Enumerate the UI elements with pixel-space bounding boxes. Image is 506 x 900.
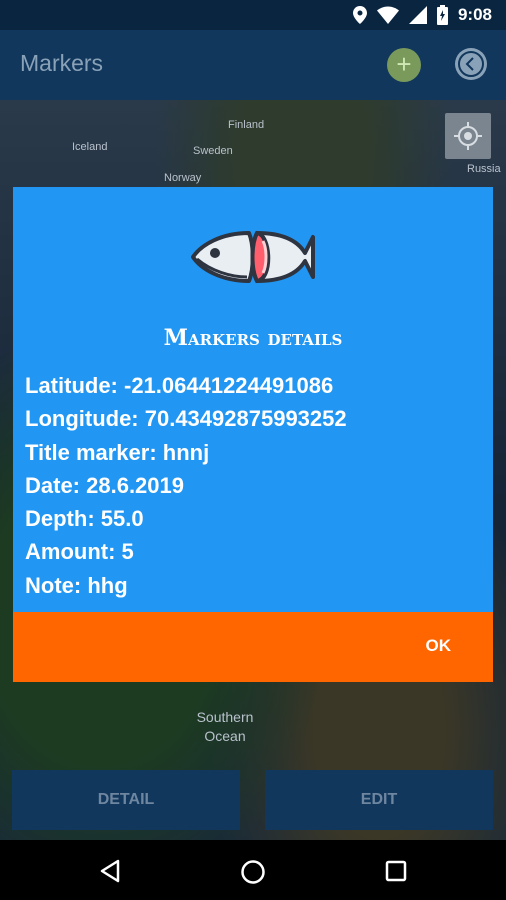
detail-depth: Depth: 55.0: [25, 506, 144, 532]
chevron-left-icon: [458, 51, 484, 77]
back-button[interactable]: [455, 48, 487, 80]
home-circle-icon[interactable]: [240, 859, 266, 885]
detail-note: Note: hhg: [25, 572, 128, 598]
my-location-button[interactable]: [445, 113, 491, 159]
detail-amount: Amount: 5: [25, 539, 134, 565]
detail-title-marker: Title marker: hnnj: [25, 439, 210, 465]
detail-button[interactable]: DETAIL: [12, 770, 240, 830]
app-bar: Markers +: [0, 30, 506, 100]
marker-details-dialog: Markers details Latitude: -21.0644122449…: [13, 187, 493, 682]
dialog-title: Markers details: [163, 325, 343, 351]
map-label-finland: Finland: [228, 119, 265, 131]
ok-button[interactable]: OK: [426, 636, 452, 656]
add-marker-button[interactable]: +: [387, 48, 421, 82]
status-icons: 9:08: [352, 5, 492, 25]
map-label-iceland: Iceland: [72, 141, 108, 153]
signal-icon: [408, 6, 427, 24]
wifi-icon: [376, 6, 399, 24]
recents-square-icon[interactable]: [385, 860, 407, 882]
details-list: Latitude: -21.06441224491086 Longitude: …: [25, 369, 347, 602]
detail-date: Date: 28.6.2019: [25, 472, 184, 498]
app-title: Markers: [20, 50, 104, 76]
back-triangle-icon[interactable]: [98, 859, 122, 883]
crosshair-icon: [454, 122, 482, 150]
map-label-southern-ocean: Southern Ocean: [196, 709, 254, 744]
fish-logo-icon: [191, 230, 315, 284]
edit-button[interactable]: EDIT: [265, 770, 493, 830]
status-time: 9:08: [457, 5, 492, 24]
battery-icon: [436, 5, 448, 25]
map-label-norway: Norway: [164, 172, 202, 184]
map-label-russia: Russia: [467, 163, 501, 175]
detail-longitude: Longitude: 70.43492875993252: [25, 406, 347, 432]
location-icon: [352, 6, 367, 24]
detail-latitude: Latitude: -21.06441224491086: [25, 373, 334, 398]
navigation-bar: [0, 840, 506, 900]
map-label-sweden: Sweden: [193, 145, 233, 157]
status-bar: 9:08: [0, 0, 506, 30]
plus-icon: +: [396, 49, 412, 79]
dialog-footer: OK: [13, 612, 493, 682]
